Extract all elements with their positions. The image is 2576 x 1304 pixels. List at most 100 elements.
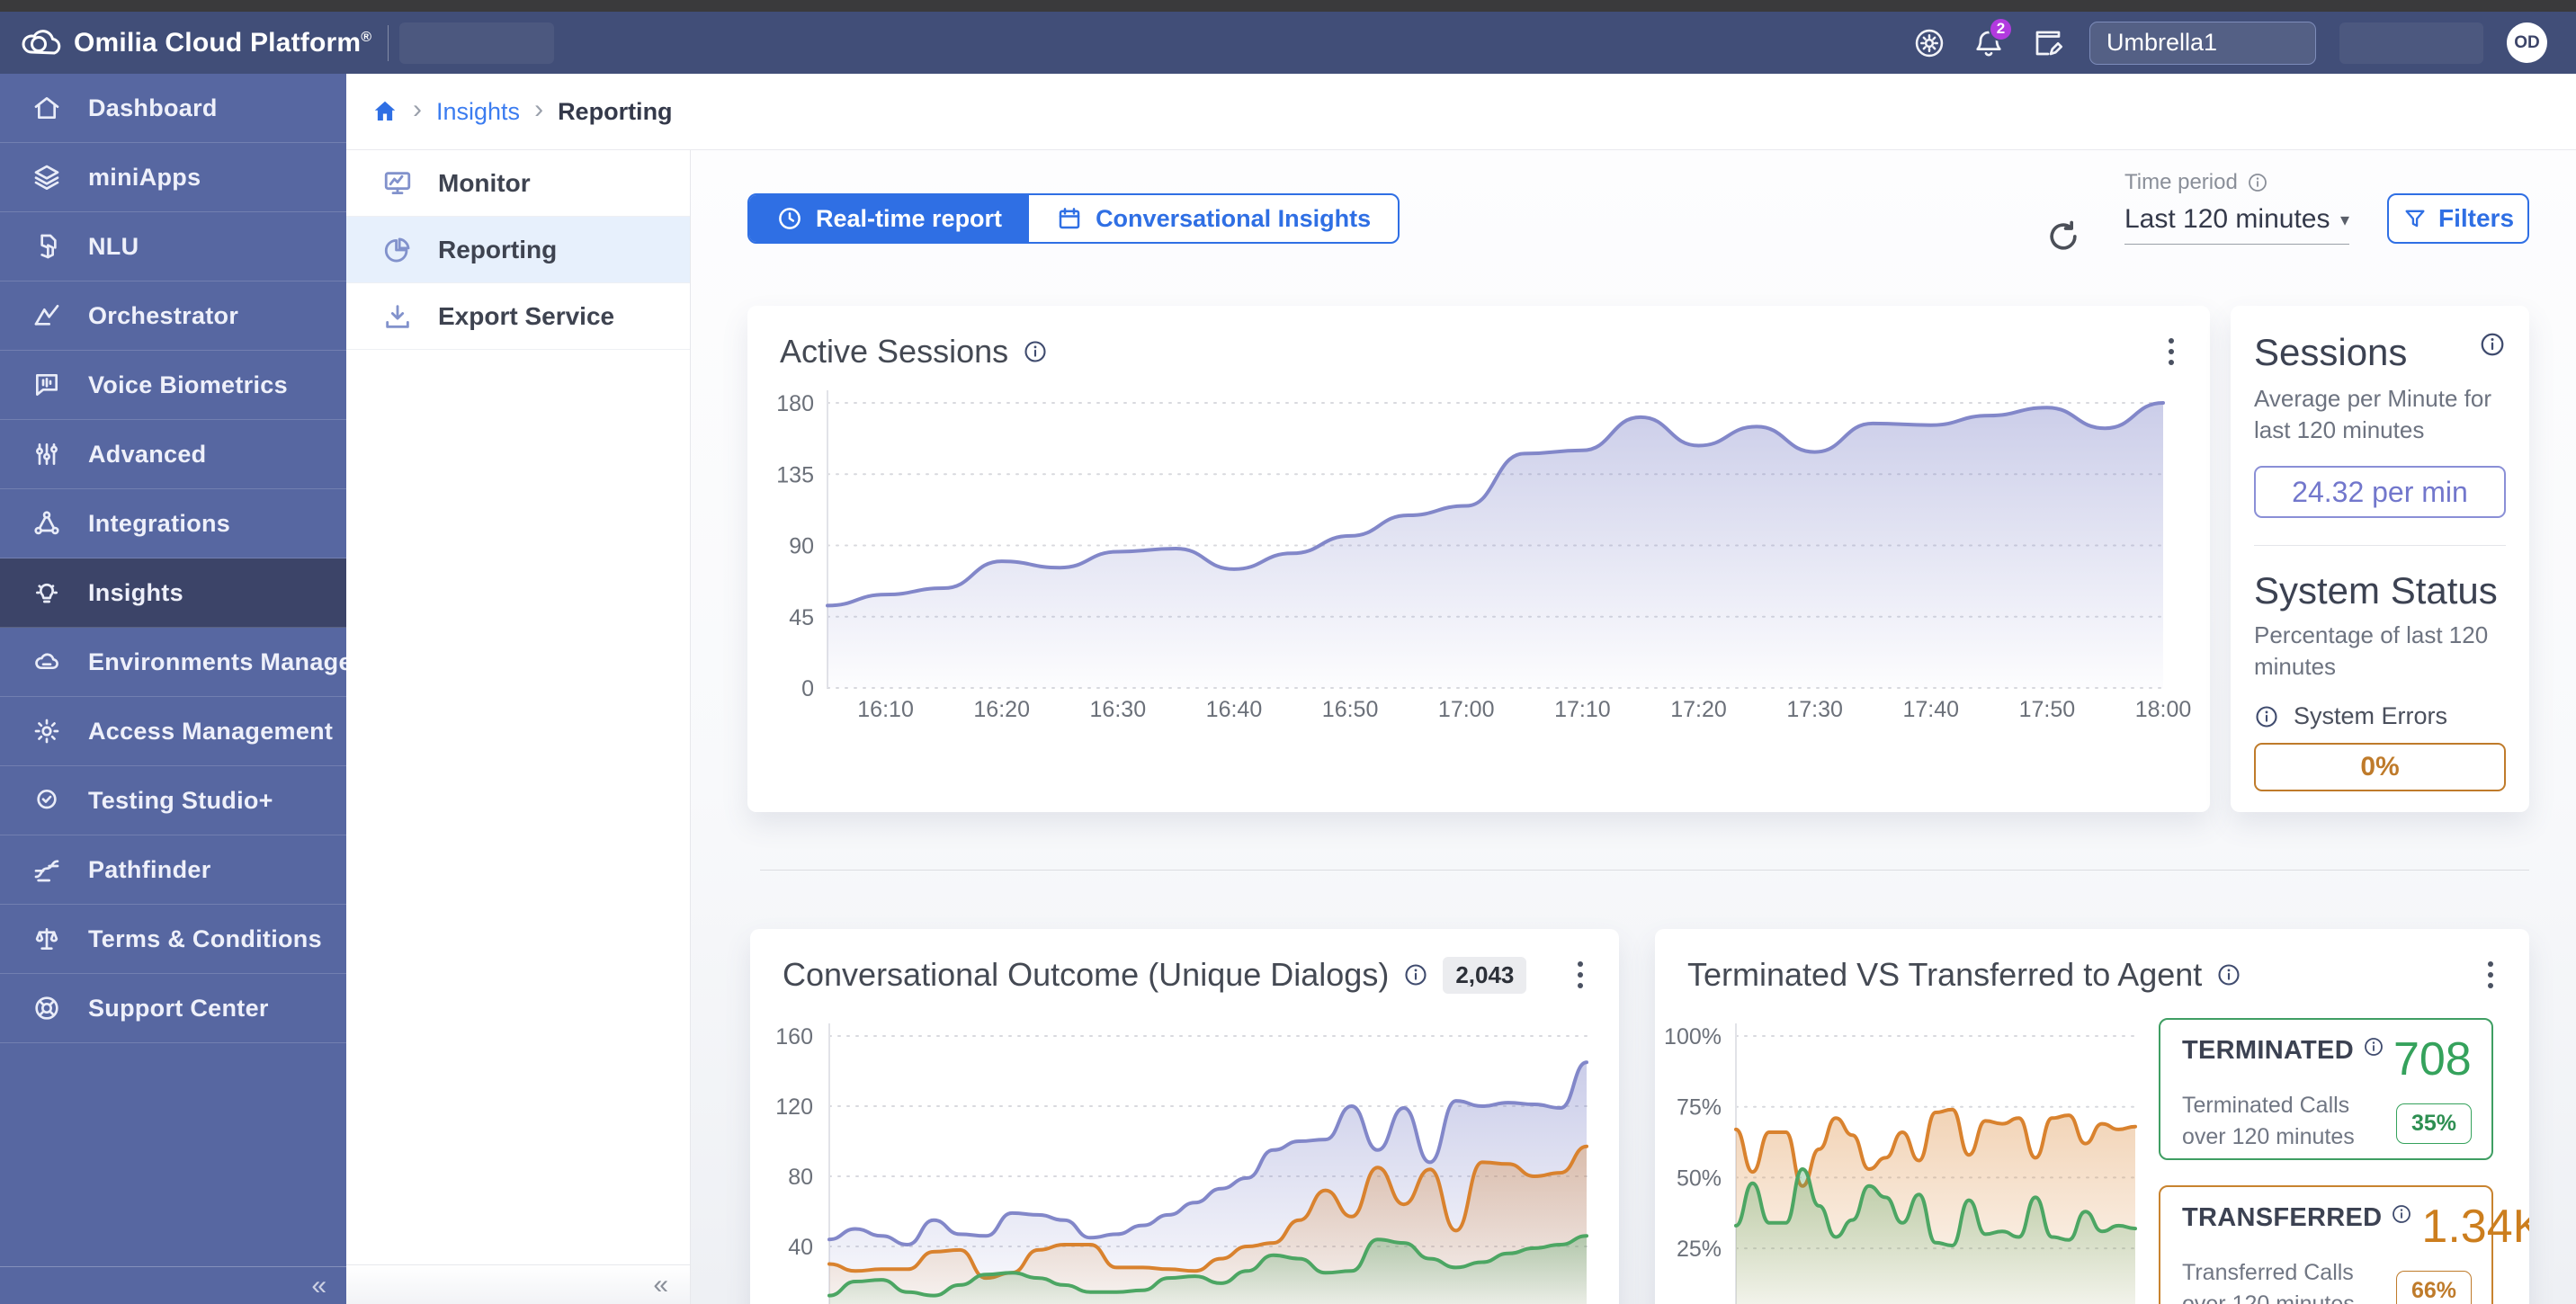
svg-text:100%: 100%	[1664, 1024, 1722, 1049]
cloud-logo-icon	[20, 25, 61, 60]
lightbulb-icon	[32, 578, 61, 607]
breadcrumb-home-icon[interactable]	[371, 98, 398, 125]
organization-selector[interactable]: Umbrella1	[2089, 22, 2316, 65]
notifications-bell-icon[interactable]: 2	[1971, 25, 2007, 61]
terminated-label: TERMINATED	[2182, 1036, 2354, 1066]
system-errors-label: System Errors	[2294, 702, 2447, 730]
info-icon[interactable]	[2247, 172, 2268, 193]
active-sessions-card: Active Sessions 1801359045016:1016:2016:…	[747, 306, 2210, 812]
info-icon[interactable]	[1023, 339, 1048, 364]
chevron-right-icon: ›	[413, 96, 422, 127]
info-icon[interactable]	[2391, 1203, 2412, 1225]
sidebar-item-access-management[interactable]: Access Management	[0, 697, 346, 766]
svg-text:17:40: 17:40	[1902, 697, 1959, 722]
svg-text:90: 90	[789, 534, 814, 559]
info-icon[interactable]	[2479, 331, 2506, 358]
scales-icon	[32, 924, 61, 953]
filters-button[interactable]: Filters	[2387, 193, 2529, 244]
sidebar-item-insights[interactable]: Insights	[0, 558, 346, 628]
time-period-select[interactable]: Time period Last 120 minutes ▾	[2124, 170, 2349, 245]
svg-text:17:10: 17:10	[1554, 697, 1611, 722]
sliders-icon	[32, 440, 61, 469]
primary-sidebar: Dashboard miniApps NLU Orchestrator Voic…	[0, 74, 346, 1304]
svg-text:135: 135	[776, 462, 814, 487]
svg-text:160: 160	[775, 1024, 813, 1049]
svg-text:180: 180	[776, 391, 814, 416]
sidebar-item-nlu[interactable]: NLU	[0, 212, 346, 281]
system-status-title: System Status	[2254, 569, 2506, 612]
calendar-icon	[1056, 205, 1083, 232]
sidebar-item-testing-studio[interactable]: Testing Studio+	[0, 766, 346, 835]
svg-text:40: 40	[788, 1235, 813, 1260]
breadcrumb: › Insights › Reporting	[346, 74, 2576, 150]
clock-icon	[776, 205, 803, 232]
notification-count-badge: 2	[1989, 17, 2013, 41]
voice-biometrics-icon	[32, 371, 61, 399]
subnav-item-monitor[interactable]: Monitor	[346, 150, 690, 217]
subnav-footer: «	[346, 1264, 690, 1304]
info-icon[interactable]	[2363, 1036, 2384, 1058]
logo[interactable]: Omilia Cloud Platform®	[0, 25, 371, 60]
kebab-menu-icon[interactable]	[1572, 956, 1588, 994]
svg-text:45: 45	[789, 605, 814, 630]
info-icon[interactable]	[2216, 962, 2241, 987]
section-divider	[760, 870, 2529, 871]
sidebar-item-dashboard[interactable]: Dashboard	[0, 74, 346, 143]
subnav-collapse-button[interactable]: «	[653, 1272, 668, 1299]
sidebar-item-pathfinder[interactable]: Pathfinder	[0, 835, 346, 905]
sidebar-collapse-button[interactable]: «	[311, 1273, 326, 1300]
header-divider	[388, 25, 389, 61]
sidebar-item-integrations[interactable]: Integrations	[0, 489, 346, 558]
subnav-item-export-service[interactable]: Export Service	[346, 283, 690, 350]
app-title: Omilia Cloud Platform®	[74, 28, 371, 58]
transferred-stat-card: TRANSFERRED 1.34K Transferred Callsover …	[2159, 1185, 2493, 1304]
svg-text:16:10: 16:10	[857, 697, 914, 722]
critical-errors-label: Critical errors	[2294, 811, 2438, 812]
sidebar-item-miniapps[interactable]: miniApps	[0, 143, 346, 212]
sidebar-item-environments-manager[interactable]: Environments Manager	[0, 628, 346, 697]
time-period-label: Time period	[2124, 170, 2238, 195]
kebab-menu-icon[interactable]	[2482, 956, 2499, 994]
svg-text:16:50: 16:50	[1322, 697, 1379, 722]
tab-real-time-report[interactable]: Real-time report	[749, 195, 1029, 242]
svg-text:16:40: 16:40	[1206, 697, 1263, 722]
refresh-icon[interactable]	[2044, 217, 2083, 256]
info-icon[interactable]	[1403, 962, 1428, 987]
sidebar-item-orchestrator[interactable]: Orchestrator	[0, 281, 346, 351]
breadcrumb-link-insights[interactable]: Insights	[436, 98, 520, 126]
terminated-transferred-card: Terminated VS Transferred to Agent 100%7…	[1655, 929, 2529, 1304]
svg-text:16:20: 16:20	[973, 697, 1030, 722]
pie-chart-icon	[382, 235, 413, 265]
svg-text:18:00: 18:00	[2135, 697, 2192, 722]
user-avatar[interactable]: OD	[2507, 22, 2547, 63]
sidebar-item-support-center[interactable]: Support Center	[0, 974, 346, 1043]
funnel-icon	[2402, 206, 2428, 231]
svg-text:120: 120	[775, 1094, 813, 1120]
sidebar-item-voice-biometrics[interactable]: Voice Biometrics	[0, 351, 346, 420]
insights-subnav: Monitor Reporting Export Service «	[346, 150, 691, 1304]
app-window: Omilia Cloud Platform® 2	[0, 0, 2576, 1304]
sidebar-item-advanced[interactable]: Advanced	[0, 420, 346, 489]
kebab-menu-icon[interactable]	[2163, 333, 2179, 371]
info-icon[interactable]	[2254, 704, 2279, 729]
tab-conversational-insights[interactable]: Conversational Insights	[1029, 195, 1398, 242]
terminated-value: 708	[2393, 1036, 2472, 1083]
orchestrator-icon	[32, 301, 61, 330]
active-sessions-chart: 1801359045016:1016:2016:3016:4016:5017:0…	[747, 373, 2210, 812]
svg-text:80: 80	[788, 1165, 813, 1190]
report-tabs: Real-time report Conversational Insights	[747, 193, 1400, 244]
svg-text:50%: 50%	[1677, 1166, 1722, 1191]
subnav-item-reporting[interactable]: Reporting	[346, 217, 690, 283]
monitor-icon	[382, 168, 413, 199]
main-content: Real-time report Conversational Insights…	[691, 150, 2576, 1304]
sidebar-footer: «	[0, 1266, 346, 1304]
appearance-icon[interactable]	[1911, 25, 1947, 61]
release-notes-icon[interactable]	[2030, 25, 2066, 61]
chevron-right-icon: ›	[534, 96, 543, 127]
system-errors-value: 0%	[2254, 743, 2506, 791]
transferred-percentage-badge: 66%	[2396, 1271, 2472, 1304]
svg-text:17:00: 17:00	[1438, 697, 1495, 722]
sidebar-item-terms-conditions[interactable]: Terms & Conditions ▴	[0, 905, 346, 974]
nlu-icon	[32, 232, 61, 261]
redacted-area	[2339, 22, 2483, 64]
